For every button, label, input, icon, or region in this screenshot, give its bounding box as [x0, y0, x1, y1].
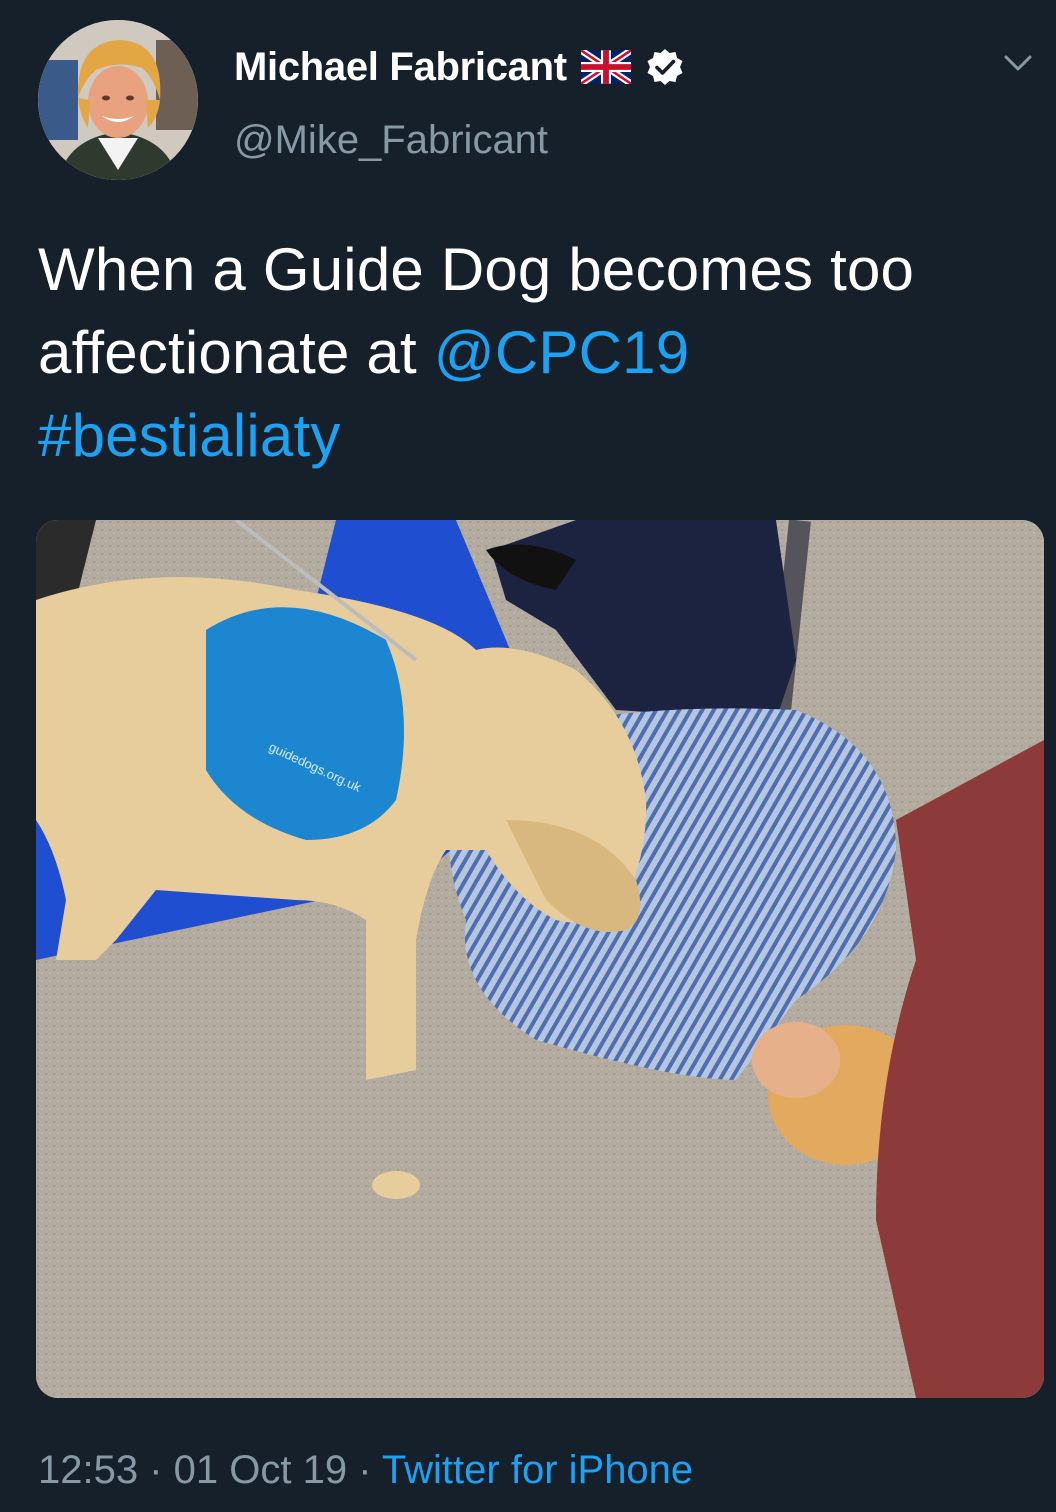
- meta-separator: ·: [347, 1448, 382, 1492]
- tweet-photo[interactable]: guidedogs.org.uk: [36, 520, 1044, 1398]
- tweet-card: Michael Fabricant @Mike_Fabricant When a…: [0, 0, 1056, 1512]
- chevron-down-icon[interactable]: [1000, 48, 1036, 78]
- tweet-date[interactable]: 01 Oct 19: [174, 1448, 347, 1492]
- tweet-text-segment: affectionate at: [38, 319, 434, 386]
- tweet-text-line: When a Guide Dog becomes too: [38, 228, 1028, 311]
- author-name-row: Michael Fabricant: [234, 42, 685, 92]
- tweet-text-segment: When a Guide Dog becomes too: [38, 236, 915, 303]
- meta-separator: ·: [138, 1448, 174, 1492]
- avatar-image: [38, 20, 198, 180]
- tweet-text-line: affectionate at @CPC19: [38, 311, 1028, 394]
- verified-badge-icon: [645, 47, 685, 87]
- tweet-source-link[interactable]: Twitter for iPhone: [382, 1448, 693, 1492]
- author-handle[interactable]: @Mike_Fabricant: [234, 118, 548, 163]
- tweet-time[interactable]: 12:53: [38, 1448, 138, 1492]
- uk-flag-icon: [580, 50, 631, 84]
- hashtag-link[interactable]: #bestialiaty: [38, 402, 341, 469]
- tweet-meta: 12:53 · 01 Oct 19 · Twitter for iPhone: [38, 1448, 693, 1493]
- author-avatar[interactable]: [38, 20, 198, 180]
- tweet-text-line: #bestialiaty: [38, 394, 1028, 477]
- photo-guide-dog-scene: guidedogs.org.uk: [36, 520, 1044, 1398]
- tweet-text: When a Guide Dog becomes too affectionat…: [38, 228, 1028, 477]
- mention-link[interactable]: @CPC19: [434, 319, 690, 386]
- author-display-name[interactable]: Michael Fabricant: [234, 45, 567, 90]
